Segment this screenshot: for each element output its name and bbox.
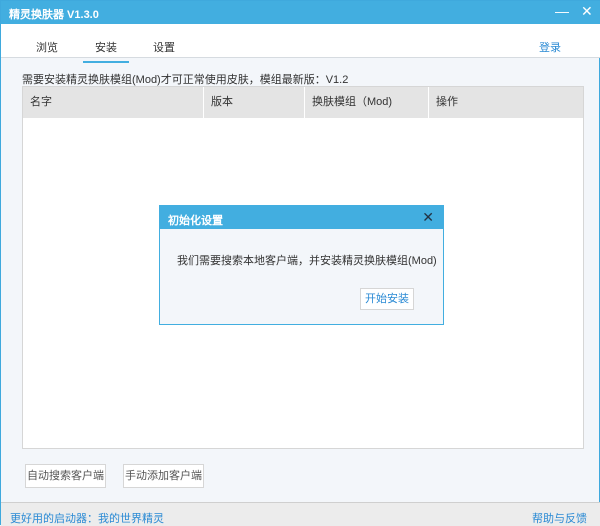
tab-install[interactable]: 安装 (83, 39, 129, 63)
table-header: 名字 版本 换肤模组（Mod) 操作 (23, 87, 583, 118)
dialog-header: 初始化设置 ✕ (160, 206, 443, 229)
footer: 更好用的启动器：我的世界精灵 帮助与反馈 (1, 502, 600, 526)
start-install-button[interactable]: 开始安装 (360, 288, 414, 310)
tab-browse[interactable]: 浏览 (36, 39, 58, 55)
mod-notice: 需要安装精灵换肤模组(Mod)才可正常使用皮肤，模组最新版：V1.2 (22, 74, 349, 86)
column-action: 操作 (436, 96, 458, 108)
minimize-button[interactable]: — (555, 3, 569, 19)
help-feedback-link[interactable]: 帮助与反馈 (532, 510, 587, 526)
login-link[interactable]: 登录 (539, 39, 561, 55)
column-version: 版本 (204, 87, 305, 118)
dialog-title: 初始化设置 (168, 215, 223, 227)
launcher-link[interactable]: 更好用的启动器：我的世界精灵 (10, 510, 164, 526)
tab-bar: 浏览 安装 设置 登录 (1, 24, 600, 63)
window-title: 精灵换肤器 V1.3.0 (9, 9, 99, 21)
column-mod: 换肤模组（Mod) (305, 87, 429, 118)
tab-settings[interactable]: 设置 (153, 39, 175, 55)
app-window: 精灵换肤器 V1.3.0 — ✕ 浏览 安装 设置 登录 需要安装精灵换肤模组(… (0, 0, 600, 526)
manual-add-client-button[interactable]: 手动添加客户端 (123, 464, 204, 488)
dialog-message: 我们需要搜索本地客户端，并安装精灵换肤模组(Mod) (177, 255, 437, 267)
init-settings-dialog: 初始化设置 ✕ 我们需要搜索本地客户端，并安装精灵换肤模组(Mod) 开始安装 (159, 205, 444, 325)
dialog-close-icon[interactable]: ✕ (422, 209, 434, 226)
auto-search-client-button[interactable]: 自动搜索客户端 (25, 464, 106, 488)
column-name: 名字 (23, 87, 204, 118)
close-button[interactable]: ✕ (581, 3, 593, 20)
title-bar: 精灵换肤器 V1.3.0 — ✕ (1, 1, 600, 24)
